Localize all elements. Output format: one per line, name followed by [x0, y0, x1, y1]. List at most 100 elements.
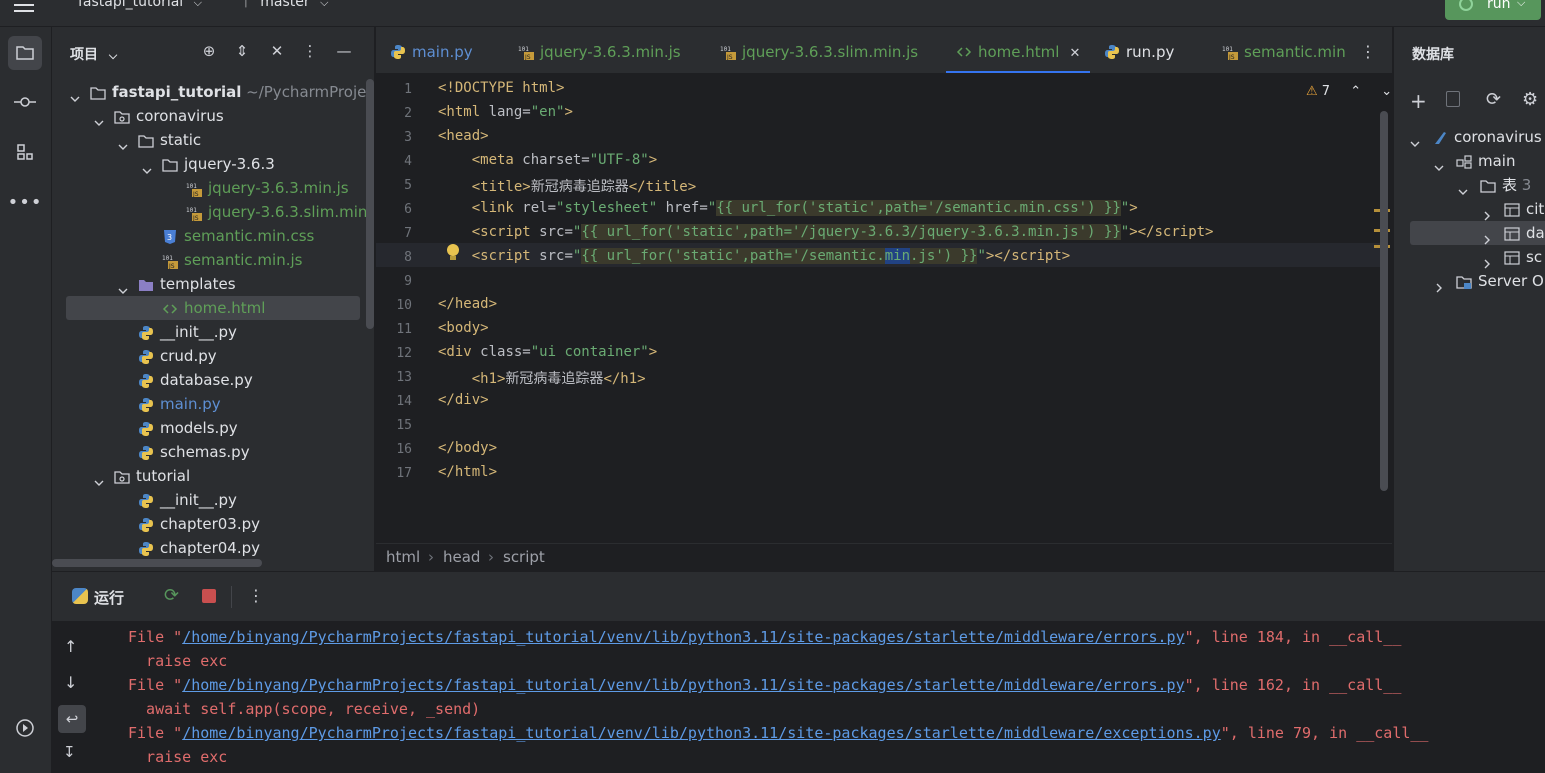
- locate-icon[interactable]: ⊕: [199, 41, 219, 61]
- tree-item[interactable]: static: [52, 128, 374, 152]
- editor-tab[interactable]: home.html ✕: [946, 42, 1091, 73]
- more-tools-button[interactable]: •••: [8, 185, 42, 219]
- settings-gear-icon[interactable]: ⚙: [1522, 89, 1538, 110]
- code-editor[interactable]: 1 2 3 4 5 6 7 8 9 10 11 12 13 14 15 16 17 <!DOCTYPE html…: [376, 75, 1392, 543]
- chevron-down-icon[interactable]: [118, 279, 128, 294]
- inspection-widget[interactable]: ⚠ 7 ⌃ ⌄: [1306, 84, 1392, 99]
- chevron-down-icon[interactable]: [70, 87, 80, 102]
- tree-item[interactable]: database.py: [52, 368, 374, 392]
- line-number: 6: [404, 202, 412, 217]
- run-panel-title[interactable]: 运行: [94, 587, 124, 608]
- db-tree-item[interactable]: coronavirus: [1394, 125, 1545, 149]
- options-icon[interactable]: ⋮: [300, 41, 320, 61]
- tree-scrollbar[interactable]: [366, 79, 374, 329]
- db-tree-item[interactable]: 表 3: [1394, 173, 1545, 197]
- stop-icon[interactable]: [202, 589, 216, 603]
- scroll-up-icon[interactable]: ↑: [64, 637, 77, 656]
- title-bar: fastapi_tutorial ⌵ ᛉ master ⌵ run ⌵: [0, 0, 1545, 27]
- tree-item[interactable]: __init__.py: [52, 488, 374, 512]
- db-tree-item[interactable]: da: [1410, 221, 1545, 245]
- file-path-link[interactable]: /home/binyang/PycharmProjects/fastapi_tu…: [182, 628, 1184, 646]
- line-number: 11: [396, 322, 412, 337]
- tree-item[interactable]: chapter04.py: [52, 536, 374, 560]
- chevron-right-icon[interactable]: [1482, 204, 1492, 221]
- chevron-down-icon[interactable]: [1410, 132, 1420, 147]
- editor-tab[interactable]: 101 JS jquery-3.6.3.min.js: [518, 42, 681, 62]
- tree-item[interactable]: __init__.py: [52, 320, 374, 344]
- tree-item-label: crud.py: [160, 347, 217, 365]
- project-switcher[interactable]: fastapi_tutorial ⌵: [78, 0, 202, 10]
- tree-horizontal-scrollbar[interactable]: [52, 559, 262, 567]
- chevron-down-icon[interactable]: [1458, 180, 1468, 195]
- file-path-link[interactable]: /home/binyang/PycharmProjects/fastapi_tu…: [182, 676, 1184, 694]
- editor-scrollbar[interactable]: [1380, 111, 1388, 491]
- editor-tab[interactable]: 101 JS jquery-3.6.3.slim.min.js: [720, 42, 918, 62]
- intention-bulb-icon[interactable]: [446, 243, 460, 263]
- python-file-icon: [138, 492, 154, 508]
- tree-item[interactable]: schemas.py: [52, 440, 374, 464]
- svg-text:101: 101: [1222, 46, 1233, 53]
- file-path-link[interactable]: /home/binyang/PycharmProjects/fastapi_tu…: [182, 724, 1221, 742]
- services-tool-button[interactable]: [8, 711, 42, 745]
- tree-item[interactable]: 101 JS jquery-3.6.3.min.js: [52, 176, 374, 200]
- prev-highlight-icon[interactable]: ⌃: [1350, 84, 1361, 99]
- chevron-right-icon[interactable]: [1482, 228, 1492, 245]
- chevron-down-icon[interactable]: [94, 111, 104, 126]
- tree-item[interactable]: home.html: [66, 296, 360, 320]
- tree-item[interactable]: 101 JS semantic.min.js: [52, 248, 374, 272]
- tree-item[interactable]: templates: [52, 272, 374, 296]
- tree-item[interactable]: 101 JS jquery-3.6.3.slim.min.js: [52, 200, 374, 224]
- branch-switcher[interactable]: ᛉ master ⌵: [242, 0, 328, 10]
- editor-tab[interactable]: run.py: [1104, 42, 1174, 62]
- chevron-down-icon[interactable]: [94, 471, 104, 486]
- tree-item[interactable]: 3 semantic.min.css: [52, 224, 374, 248]
- line-number: 8: [404, 250, 412, 265]
- chevron-right-icon[interactable]: [1434, 276, 1444, 293]
- chevron-right-icon[interactable]: [1482, 252, 1492, 269]
- editor-tab[interactable]: main.py: [390, 42, 473, 62]
- db-tree-item[interactable]: main: [1394, 149, 1545, 173]
- chevron-down-icon[interactable]: [1434, 156, 1444, 171]
- more-options-icon[interactable]: ⋮: [248, 586, 264, 605]
- chevron-down-icon[interactable]: [118, 135, 128, 150]
- chevron-down-icon[interactable]: [142, 159, 152, 174]
- structure-tool-button[interactable]: [8, 135, 42, 169]
- commit-tool-button[interactable]: [8, 85, 42, 119]
- project-tool-button[interactable]: [8, 36, 42, 70]
- breadcrumb-item[interactable]: head: [443, 548, 480, 566]
- rerun-icon[interactable]: ⟳: [164, 585, 179, 606]
- expand-all-icon[interactable]: ⇕: [232, 41, 252, 61]
- breadcrumb-item[interactable]: html: [386, 548, 420, 566]
- scroll-to-end-icon[interactable]: ↧: [63, 743, 76, 761]
- collapse-all-icon[interactable]: ✕: [267, 41, 287, 61]
- tree-item[interactable]: models.py: [52, 416, 374, 440]
- tree-item[interactable]: tutorial: [52, 464, 374, 488]
- tree-item[interactable]: coronavirus: [52, 104, 374, 128]
- hide-panel-icon[interactable]: —: [334, 41, 354, 61]
- tab-options-icon[interactable]: ⋮: [1360, 42, 1376, 61]
- tree-item[interactable]: jquery-3.6.3: [52, 152, 374, 176]
- main-menu-icon[interactable]: [14, 0, 36, 18]
- project-panel-title[interactable]: 项目 ⌵: [70, 44, 117, 64]
- table-icon: [1504, 201, 1520, 217]
- scroll-down-icon[interactable]: ↓: [64, 673, 77, 692]
- run-config-button[interactable]: run ⌵: [1445, 0, 1541, 20]
- next-highlight-icon[interactable]: ⌄: [1381, 84, 1392, 99]
- add-data-source-icon[interactable]: +: [1410, 89, 1427, 113]
- soft-wrap-icon[interactable]: ↩: [58, 705, 86, 733]
- active-tab-indicator: [946, 71, 1091, 73]
- copy-icon[interactable]: [1446, 91, 1460, 107]
- tree-item[interactable]: main.py: [52, 392, 374, 416]
- editor-tab[interactable]: 101 JS semantic.min: [1222, 42, 1346, 62]
- close-tab-icon[interactable]: ✕: [1069, 46, 1080, 61]
- db-tree-item[interactable]: cit: [1394, 197, 1545, 221]
- db-tree-item[interactable]: Server O: [1394, 269, 1545, 293]
- refresh-icon[interactable]: ⟳: [1486, 89, 1501, 110]
- tree-item[interactable]: fastapi_tutorial ~/PycharmProjects/: [52, 80, 374, 104]
- python-file-icon: [138, 324, 154, 340]
- db-tree-item[interactable]: sc: [1394, 245, 1545, 269]
- tree-item[interactable]: chapter03.py: [52, 512, 374, 536]
- breadcrumb-item[interactable]: script: [503, 548, 545, 566]
- tree-item[interactable]: crud.py: [52, 344, 374, 368]
- package-icon: [114, 108, 130, 124]
